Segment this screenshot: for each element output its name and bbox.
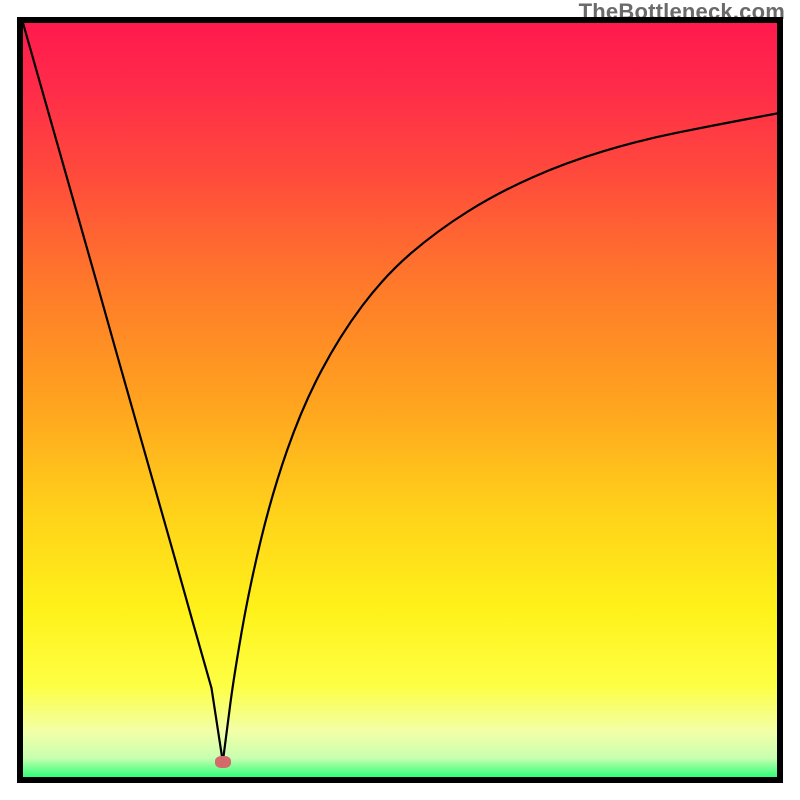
plot-area <box>23 23 777 777</box>
chart-root: TheBottleneck.com <box>0 0 800 800</box>
curve-layer <box>23 23 777 777</box>
minimum-marker <box>215 756 231 768</box>
curve-left-branch <box>23 23 223 762</box>
curve-right-branch <box>223 113 777 761</box>
